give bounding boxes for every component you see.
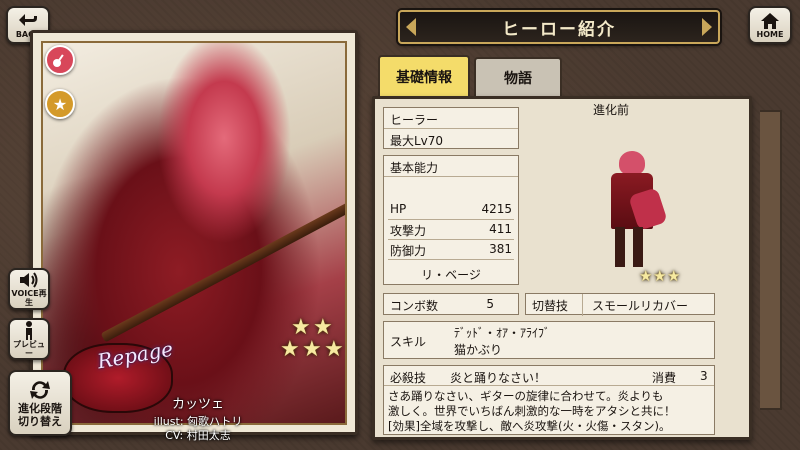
special-description-line: 激しく。世界でいちばん刺激的な一時をアタシと共に！ [388, 404, 676, 418]
voice-play-label: VOICE再生 [11, 289, 47, 307]
voice-play-button[interactable]: VOICE再生 [8, 268, 50, 310]
max-level: 最大Lv70 [390, 134, 444, 148]
hero-class: ヒーラー [390, 113, 439, 127]
skill-name-1: ﾃﾞｯﾄﾞ・ｵｱ・ｱﾗｲﾌﾞ [454, 326, 551, 340]
special-description-line: さあ踊りなさい、ギターの旋律に合わせて。炎よりも [388, 389, 664, 403]
rarity-star: ★ [302, 337, 322, 362]
sprite-star: ★ [667, 267, 681, 285]
stat-label: 攻撃力 [390, 224, 427, 238]
stats-header: 基本能力 [390, 161, 439, 175]
back-arrow-icon [19, 13, 37, 26]
special-name: 炎と踊りなさい！ [450, 371, 547, 385]
speaker-icon [20, 272, 38, 288]
voice-actor-credit: CV: 村田太志 [165, 429, 231, 442]
combo-box: コンボ数 5 [383, 293, 519, 315]
switch-skill-label: 切替技 [532, 299, 569, 313]
refresh-arrows-icon [30, 381, 50, 399]
hero-sprite [597, 151, 671, 273]
special-box: 必殺技 炎と踊りなさい！ 消費 3 さあ踊りなさい、ギターの旋律に合わせて。炎よ… [383, 365, 715, 435]
stat-label: 防御力 [390, 244, 427, 258]
skill-name-2: 猫かぶり [454, 343, 503, 357]
hero-artwork [41, 41, 347, 425]
stat-value: 4215 [481, 202, 512, 216]
switch-skill-value: スモールリカバー [592, 299, 689, 313]
tab-basic-info[interactable]: 基礎情報 [378, 55, 470, 97]
hero-card: Repage ★ ★ ★ ★ ★ ★ カッツェ illust: 匈歌ハトリ CV… [30, 30, 358, 442]
evolution-toggle-line2: 切り替え [18, 415, 62, 428]
evolution-stage: 進化前 [593, 103, 630, 117]
info-panel: ヒーラー 最大Lv70 基本能力 HP 4215 攻撃力 411 防御力 381… [372, 96, 752, 440]
stat-value: 381 [489, 242, 512, 256]
special-label: 必殺技 [390, 371, 427, 385]
sprite-star: ★ [639, 267, 653, 285]
tab-story-label: 物語 [504, 71, 532, 87]
stat-value: 411 [489, 222, 512, 236]
rarity-star: ★ [280, 337, 300, 362]
preview-button[interactable]: プレビュー [8, 318, 50, 360]
skill-label: スキル [390, 335, 427, 349]
person-icon [26, 321, 32, 340]
sprite-star: ★ [653, 267, 667, 285]
evolution-toggle-button[interactable]: 進化段階 切り替え [8, 370, 72, 436]
cost-label: 消費 [652, 371, 677, 385]
home-icon [761, 12, 779, 29]
switch-skill-box: 切替技 スモールリカバー [525, 293, 715, 316]
hero-name: カッツェ [171, 397, 224, 412]
special-description-line: [効果]全域を攻撃し、敵へ炎攻撃(火・火傷・スタン)。 [388, 419, 671, 433]
panel-backing [760, 110, 782, 410]
home-button[interactable]: HOME [748, 6, 792, 44]
cost-value: 3 [700, 369, 708, 383]
rarity-star: ★ [324, 337, 344, 362]
leader-skill: リ・ベージ [421, 268, 481, 282]
combo-label: コンボ数 [390, 299, 439, 313]
tab-basic-info-label: 基礎情報 [396, 70, 452, 86]
guitar-icon [45, 45, 75, 75]
page-title-banner: ヒーロー紹介 [398, 10, 720, 44]
preview-label: プレビュー [13, 340, 45, 358]
tab-story[interactable]: 物語 [474, 57, 562, 97]
stats-box: 基本能力 HP 4215 攻撃力 411 防御力 381 リ・ベージ [383, 155, 519, 285]
combo-value: 5 [486, 297, 494, 311]
skill-box: スキル ﾃﾞｯﾄﾞ・ｵｱ・ｱﾗｲﾌﾞ 猫かぶり [383, 321, 715, 359]
evolution-toggle-line1: 進化段階 [18, 402, 62, 415]
class-box: ヒーラー 最大Lv70 [383, 107, 519, 149]
stat-label: HP [390, 202, 407, 216]
page-title: ヒーロー紹介 [502, 19, 616, 40]
home-label: HOME [756, 29, 784, 39]
star-medal-icon: ★ [45, 89, 75, 119]
